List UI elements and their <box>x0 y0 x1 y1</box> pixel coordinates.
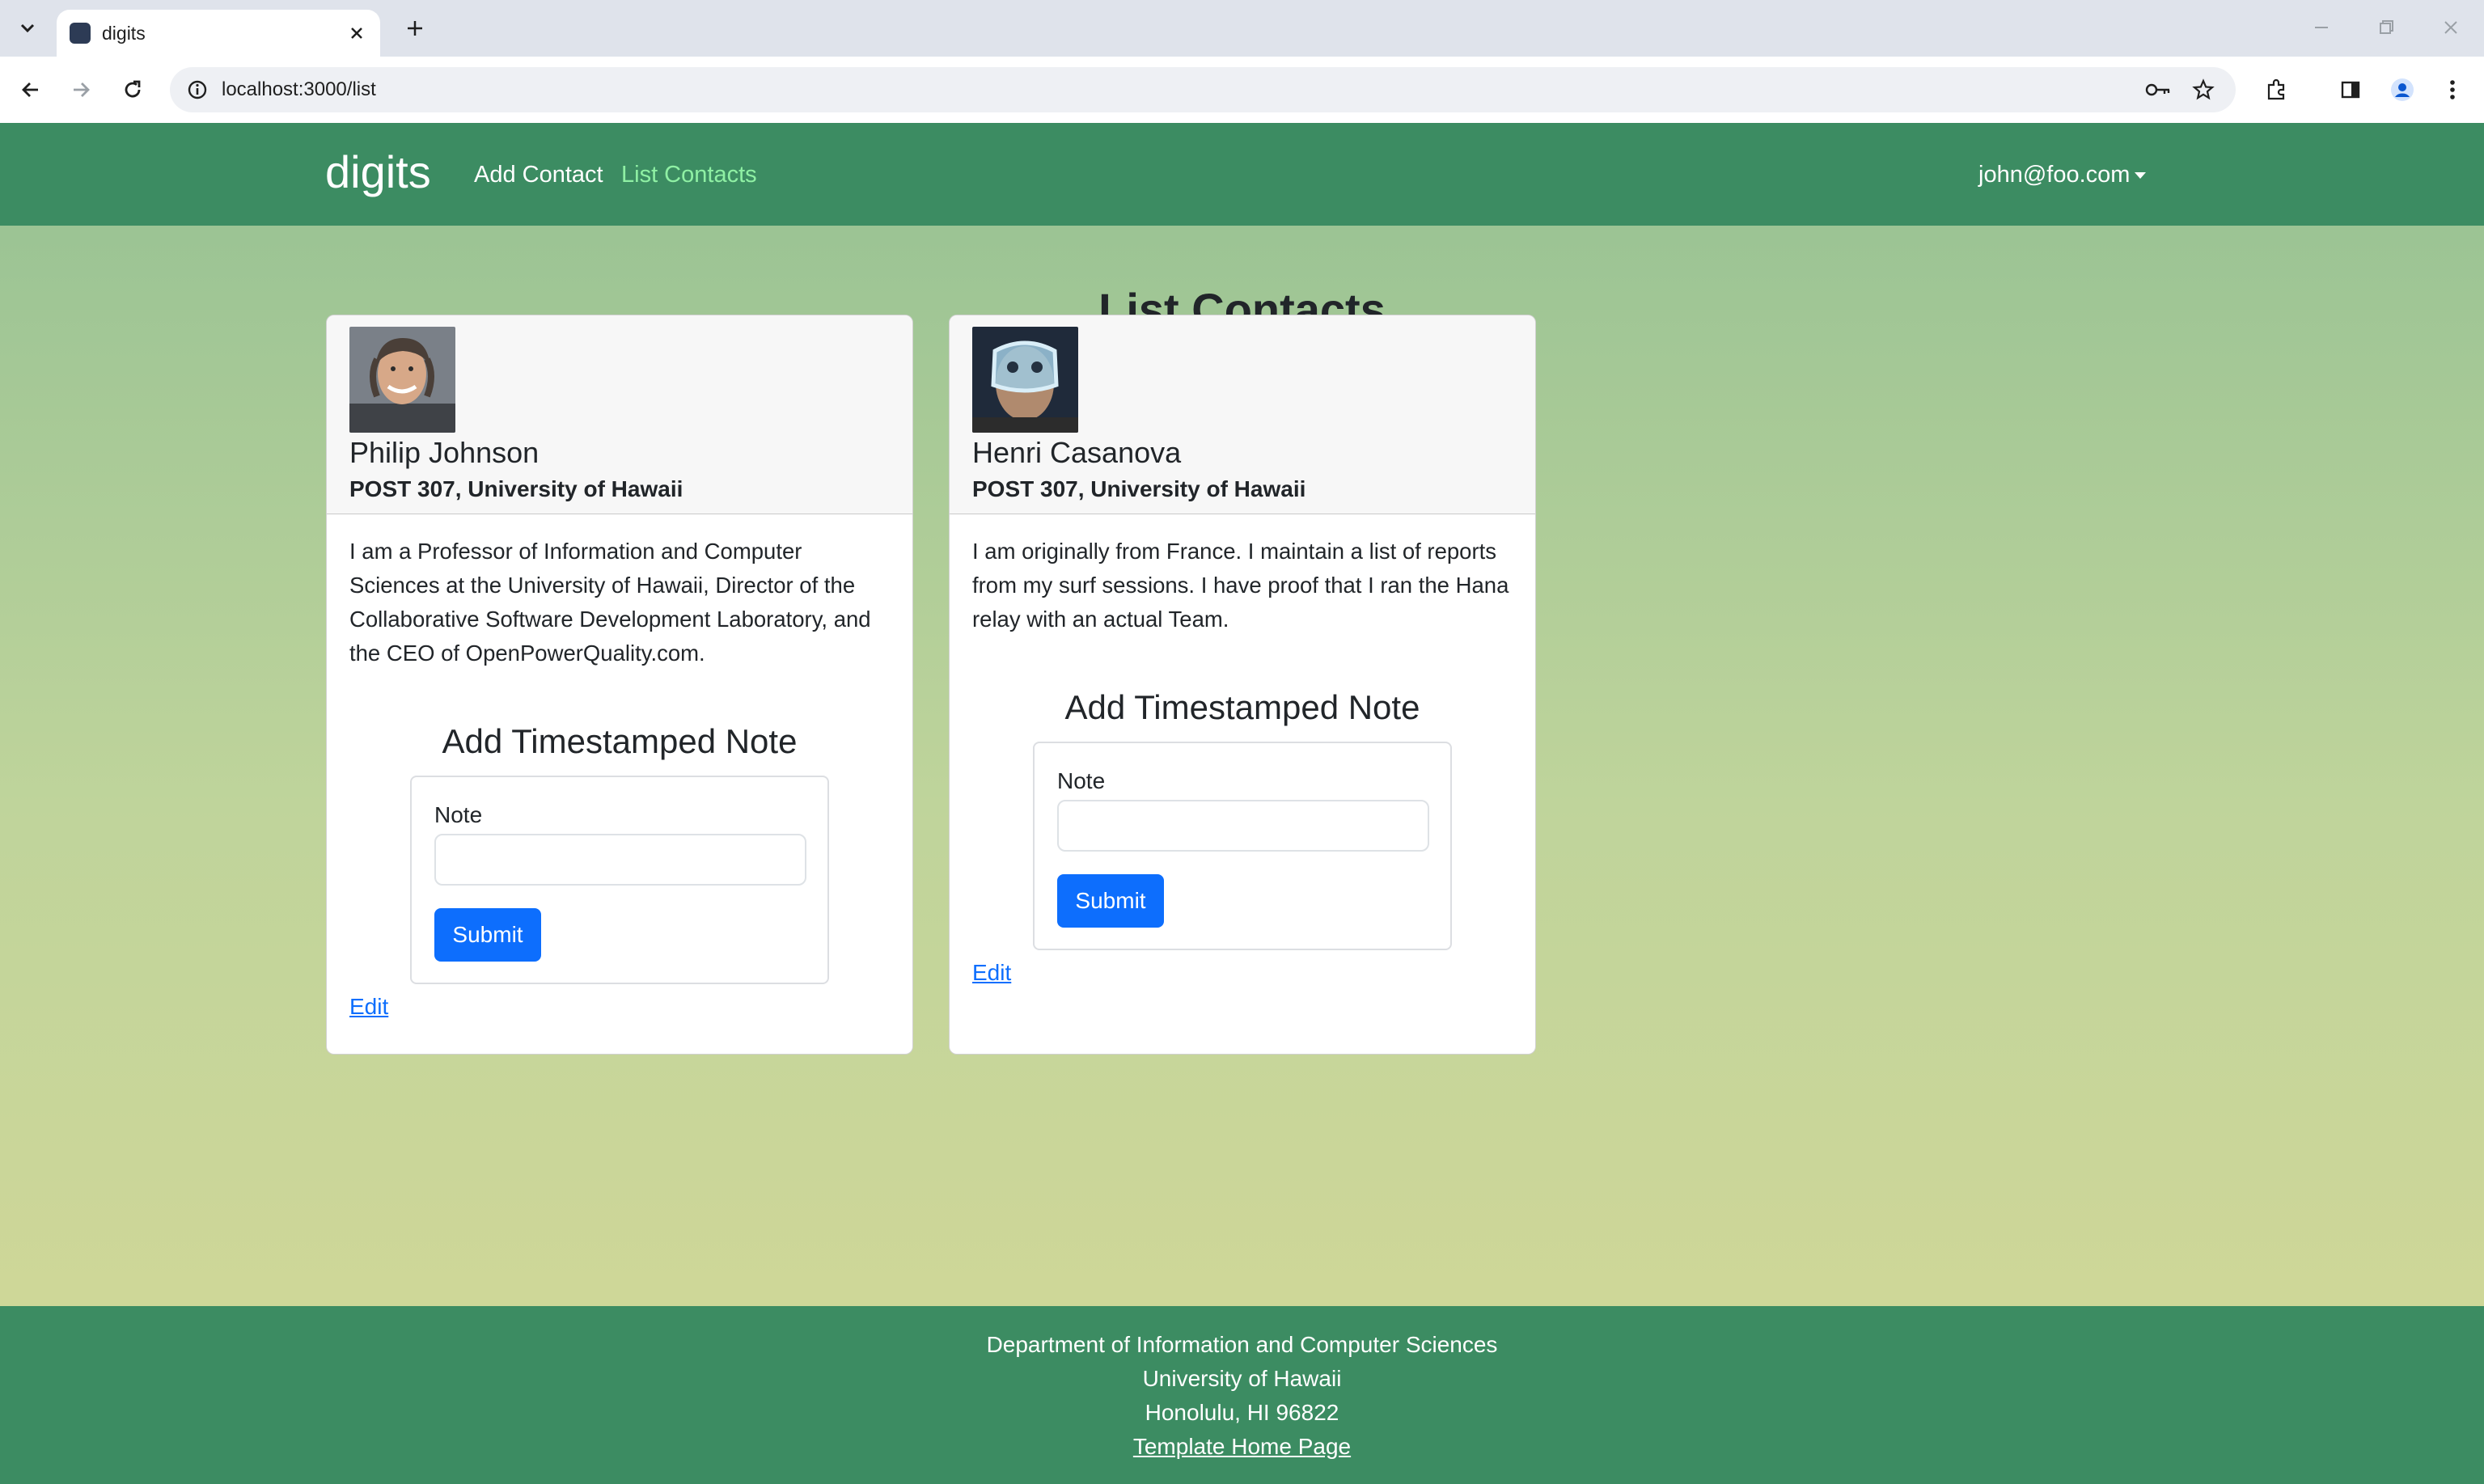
note-form: Note Submit <box>1033 742 1452 950</box>
note-label: Note <box>1057 768 1106 793</box>
card-header: Henri Casanova POST 307, University of H… <box>950 315 1535 514</box>
favicon-icon <box>70 23 91 44</box>
browser-menu-button[interactable] <box>2435 72 2470 108</box>
submit-button[interactable]: Submit <box>434 908 541 962</box>
restore-button[interactable] <box>2362 11 2410 44</box>
profile-button[interactable] <box>2385 72 2420 108</box>
extensions-button[interactable] <box>2258 72 2294 108</box>
page-footer: Department of Information and Computer S… <box>0 1306 2484 1484</box>
address-bar[interactable]: localhost:3000/list <box>170 67 2236 112</box>
bookmark-star-icon[interactable] <box>2189 75 2218 104</box>
tab-search-button[interactable] <box>10 11 45 45</box>
site-info-icon[interactable] <box>183 75 212 104</box>
contact-photo <box>972 327 1078 433</box>
contact-description: I am a Professor of Information and Comp… <box>349 539 871 666</box>
note-input[interactable] <box>434 834 806 886</box>
url-text[interactable]: localhost:3000/list <box>222 67 376 112</box>
submit-button[interactable]: Submit <box>1057 874 1164 928</box>
close-window-button[interactable] <box>2427 11 2475 44</box>
caret-down-icon <box>2135 172 2147 180</box>
avatar-icon <box>2391 78 2414 101</box>
user-dropdown[interactable]: john@foo.com <box>1978 159 2147 191</box>
back-button[interactable] <box>13 72 49 108</box>
browser-tab-active[interactable]: digits <box>57 10 380 57</box>
restore-icon <box>2380 20 2393 34</box>
note-form: Note Submit <box>410 776 829 984</box>
minimize-icon <box>2315 27 2328 28</box>
nav-add-contact[interactable]: Add Contact <box>474 159 603 191</box>
card-header: Philip Johnson POST 307, University of H… <box>327 315 912 514</box>
note-input[interactable] <box>1057 800 1429 852</box>
footer-department: Department of Information and Computer S… <box>986 1332 1498 1357</box>
footer-address: Honolulu, HI 96822 <box>1145 1400 1339 1425</box>
contact-description: I am originally from France. I maintain … <box>972 539 1509 632</box>
puzzle-icon <box>2267 78 2285 100</box>
tab-title: digits <box>102 23 146 44</box>
contact-address: POST 307, University of Hawaii <box>972 476 1306 501</box>
side-panel-button[interactable] <box>2333 72 2368 108</box>
arrow-left-icon <box>22 82 38 97</box>
footer-link-row: Template Home Page <box>0 1431 2484 1463</box>
note-form-title: Add Timestamped Note <box>442 722 798 760</box>
plus-icon <box>408 21 422 36</box>
contact-card: Philip Johnson POST 307, University of H… <box>326 315 913 1055</box>
contact-card: Henri Casanova POST 307, University of H… <box>949 315 1536 1055</box>
page-viewport: digits Add Contact List Contacts john@fo… <box>0 123 2484 1484</box>
arrow-right-icon <box>74 82 90 97</box>
brand-logo[interactable]: digits <box>325 144 431 201</box>
contact-name: Henri Casanova <box>972 436 1182 469</box>
nav-list-contacts[interactable]: List Contacts <box>621 159 757 191</box>
edit-link[interactable]: Edit <box>349 991 388 1022</box>
chevron-down-icon <box>20 23 35 33</box>
user-email: john@foo.com <box>1978 162 2131 188</box>
close-icon <box>351 27 362 39</box>
top-navbar: digits Add Contact List Contacts john@fo… <box>0 123 2484 226</box>
browser-tab-strip: digits <box>0 0 2484 57</box>
contact-address: POST 307, University of Hawaii <box>349 476 683 501</box>
close-tab-button[interactable] <box>345 21 369 45</box>
side-panel-icon <box>2341 81 2360 99</box>
kebab-menu-icon <box>2450 80 2455 99</box>
template-home-link[interactable]: Template Home Page <box>1133 1434 1351 1459</box>
minimize-button[interactable] <box>2297 11 2346 44</box>
close-icon <box>2444 21 2457 34</box>
edit-link[interactable]: Edit <box>972 958 1011 988</box>
note-form-title: Add Timestamped Note <box>1064 688 1420 726</box>
info-icon <box>188 80 207 99</box>
reload-icon <box>125 80 141 98</box>
contact-photo <box>349 327 455 433</box>
note-label: Note <box>434 802 483 827</box>
browser-toolbar: localhost:3000/list <box>0 57 2484 124</box>
forward-button[interactable] <box>63 72 99 108</box>
new-tab-button[interactable] <box>400 13 430 44</box>
footer-university: University of Hawaii <box>1142 1366 1342 1391</box>
contact-name: Philip Johnson <box>349 436 540 469</box>
reload-button[interactable] <box>115 72 150 108</box>
password-key-icon[interactable] <box>2143 75 2173 104</box>
